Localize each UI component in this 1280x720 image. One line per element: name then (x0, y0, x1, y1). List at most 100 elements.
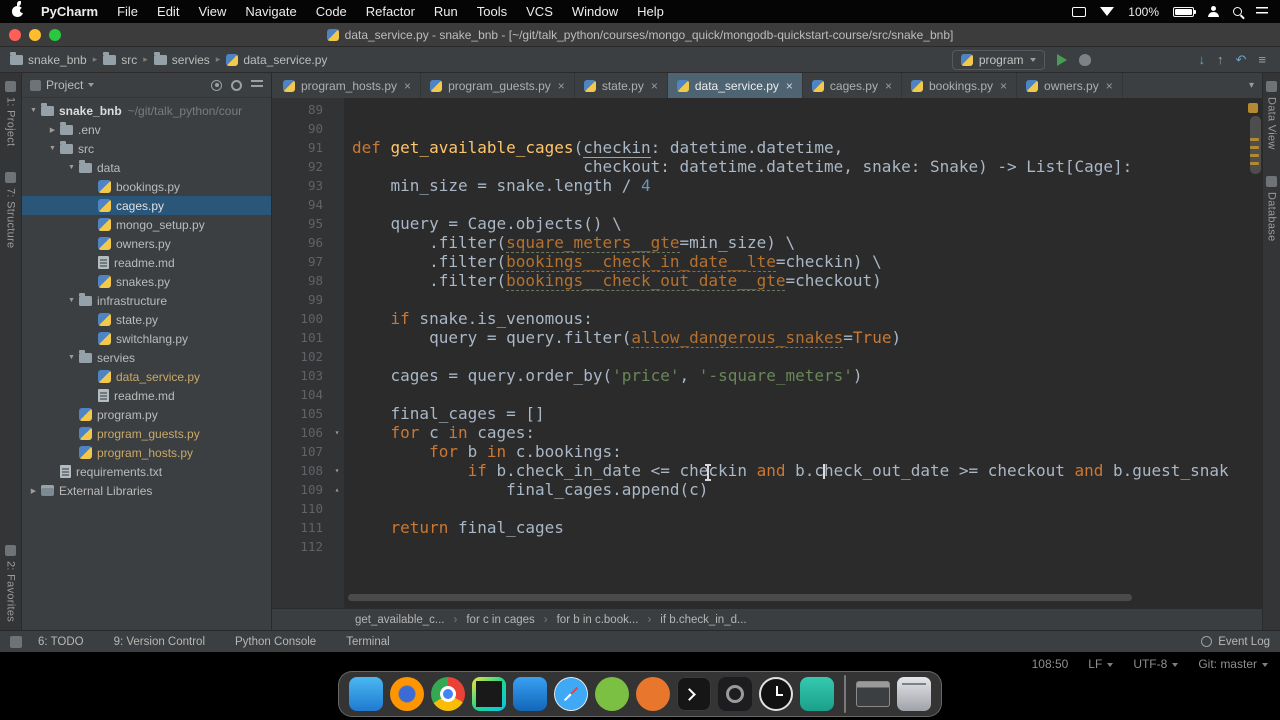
tree-item-bookings-py[interactable]: bookings.py (22, 177, 271, 196)
breadcrumb-snake-bnb[interactable]: snake_bnb (10, 51, 87, 67)
clock-dock-icon[interactable] (759, 677, 793, 711)
close-tab-icon[interactable]: × (651, 79, 658, 93)
tree-item-program-py[interactable]: program.py (22, 405, 271, 424)
tool-button-1-project[interactable]: 1: Project (5, 81, 17, 146)
firefox-dock-icon[interactable] (390, 677, 424, 711)
tree-item-requirements-txt[interactable]: requirements.txt (22, 462, 271, 481)
run-configuration-select[interactable]: program (951, 49, 1045, 70)
android-studio-dock-icon[interactable] (595, 677, 629, 711)
statusbar-9-version-control[interactable]: 9: Version Control (114, 636, 205, 648)
chevron-down-icon[interactable] (88, 83, 95, 87)
status-108-50[interactable]: 108:50 (1032, 657, 1069, 671)
breadcrumb-src[interactable]: src (103, 51, 137, 67)
menu-refactor[interactable]: Refactor (366, 4, 415, 19)
chrome-dock-icon[interactable] (431, 677, 465, 711)
window-title-bar[interactable]: data_service.py - snake_bnb - [~/git/tal… (0, 23, 1280, 47)
tree-item-src[interactable]: ▼ src (22, 139, 271, 158)
tree-item-program-hosts-py[interactable]: program_hosts.py (22, 443, 271, 462)
user-icon[interactable] (1208, 6, 1219, 17)
menu-tools[interactable]: Tools (477, 4, 507, 19)
safari-dock-icon[interactable] (554, 677, 588, 711)
tab-bookings-py[interactable]: bookings.py × (902, 73, 1018, 98)
menu-view[interactable]: View (198, 4, 226, 19)
tab-program-hosts-py[interactable]: program_hosts.py × (274, 73, 422, 98)
expanded-arrow-icon[interactable]: ▼ (64, 164, 79, 171)
apple-menu[interactable] (12, 1, 25, 17)
menu-window[interactable]: Window (572, 4, 618, 19)
tool-window-switcher-icon[interactable] (10, 635, 22, 648)
horizontal-scrollbar[interactable] (348, 594, 1132, 601)
statusbar-terminal[interactable]: Terminal (346, 636, 389, 648)
inspection-indicator-icon[interactable] (1248, 103, 1258, 113)
status-lf[interactable]: LF (1088, 657, 1113, 671)
editor-breadcrumb-for-c-in-cages[interactable]: for c in cages (466, 614, 534, 626)
project-panel-title[interactable]: Project (46, 78, 83, 92)
tree-item-mongo-setup-py[interactable]: mongo_setup.py (22, 215, 271, 234)
editor-breadcrumb-if-b-check-in-d[interactable]: if b.check_in_d... (660, 614, 746, 626)
tab-data-service-py[interactable]: data_service.py × (667, 73, 803, 98)
tree-item-data[interactable]: ▼ data (22, 158, 271, 177)
error-stripe-mark[interactable] (1250, 154, 1259, 157)
error-stripe-mark[interactable] (1250, 162, 1259, 165)
vcs-update-icon[interactable]: ↓ (1199, 52, 1206, 68)
tab-list-icon[interactable]: ▾ (1249, 80, 1262, 91)
finder-dock-icon[interactable] (349, 677, 383, 711)
tool-button-database[interactable]: Database (1266, 175, 1278, 241)
vertical-scrollbar[interactable] (1250, 116, 1261, 174)
minimize-window-button[interactable] (29, 29, 41, 41)
code-editor[interactable]: 89 90 91 def get_available_cages(checkin: d… (272, 98, 1262, 608)
locate-file-icon[interactable] (211, 79, 222, 91)
fold-marker-icon[interactable]: ▴ (330, 480, 344, 499)
close-tab-icon[interactable]: × (786, 79, 793, 93)
close-tab-icon[interactable]: × (885, 79, 892, 93)
tree-item-external-libraries[interactable]: ▶ External Libraries (22, 481, 271, 500)
menu-file[interactable]: File (117, 4, 138, 19)
menu-edit[interactable]: Edit (157, 4, 179, 19)
tree-item-snake-bnb[interactable]: ▼ snake_bnb ~/git/talk_python/cour (22, 101, 271, 120)
tree-item-data-service-py[interactable]: data_service.py (22, 367, 271, 386)
tool-button-2-favorites[interactable]: 2: Favorites (5, 544, 17, 622)
menu-pycharm[interactable]: PyCharm (41, 4, 98, 19)
tree-item-env[interactable]: ▶ .env (22, 120, 271, 139)
vcs-rollback-icon[interactable]: ↶ (1236, 52, 1247, 68)
terminal-dock-icon[interactable] (677, 677, 711, 711)
tab-program-guests-py[interactable]: program_guests.py × (421, 73, 575, 98)
settings-gear-icon[interactable] (231, 79, 242, 91)
tree-item-switchlang-py[interactable]: switchlang.py (22, 329, 271, 348)
collapse-all-icon[interactable] (251, 80, 263, 90)
gauge-dock-icon[interactable] (718, 677, 752, 711)
error-stripe-mark[interactable] (1250, 146, 1259, 149)
expanded-arrow-icon[interactable]: ▼ (64, 297, 79, 304)
notes-dock-icon[interactable] (800, 677, 834, 711)
tree-item-servies[interactable]: ▼ servies (22, 348, 271, 367)
editor-breadcrumb-for-b-in-c-book[interactable]: for b in c.book... (557, 614, 639, 626)
tree-item-owners-py[interactable]: owners.py (22, 234, 271, 253)
status-utf-8[interactable]: UTF-8 (1133, 657, 1178, 671)
run-button[interactable] (1056, 53, 1067, 66)
tree-item-program-guests-py[interactable]: program_guests.py (22, 424, 271, 443)
collapsed-arrow-icon[interactable]: ▶ (45, 126, 60, 134)
tree-item-readme-md[interactable]: readme.md (22, 253, 271, 272)
expanded-arrow-icon[interactable]: ▼ (26, 107, 41, 114)
menu-help[interactable]: Help (637, 4, 664, 19)
close-tab-icon[interactable]: × (404, 79, 411, 93)
spotlight-search-icon[interactable] (1233, 7, 1242, 16)
tree-item-readme-md[interactable]: readme.md (22, 386, 271, 405)
utilities-dock-icon[interactable] (636, 677, 670, 711)
close-tab-icon[interactable]: × (558, 79, 565, 93)
close-window-button[interactable] (9, 29, 21, 41)
history-icon[interactable]: ≡ (1258, 52, 1266, 68)
collapsed-arrow-icon[interactable]: ▶ (26, 487, 41, 495)
expanded-arrow-icon[interactable]: ▼ (45, 145, 60, 152)
breadcrumb-servies[interactable]: servies (153, 51, 210, 67)
statusbar-6-todo[interactable]: 6: TODO (38, 636, 84, 648)
zoom-window-button[interactable] (49, 29, 61, 41)
menu-vcs[interactable]: VCS (526, 4, 553, 19)
statusbar-python-console[interactable]: Python Console (235, 636, 316, 648)
tool-button-7-structure[interactable]: 7: Structure (5, 172, 17, 249)
debug-button[interactable] (1078, 53, 1091, 66)
tree-item-infrastructure[interactable]: ▼ infrastructure (22, 291, 271, 310)
editor-breadcrumb-get-available-c[interactable]: get_available_c... (355, 614, 445, 626)
tab-state-py[interactable]: state.py × (575, 73, 668, 98)
menu-navigate[interactable]: Navigate (245, 4, 296, 19)
